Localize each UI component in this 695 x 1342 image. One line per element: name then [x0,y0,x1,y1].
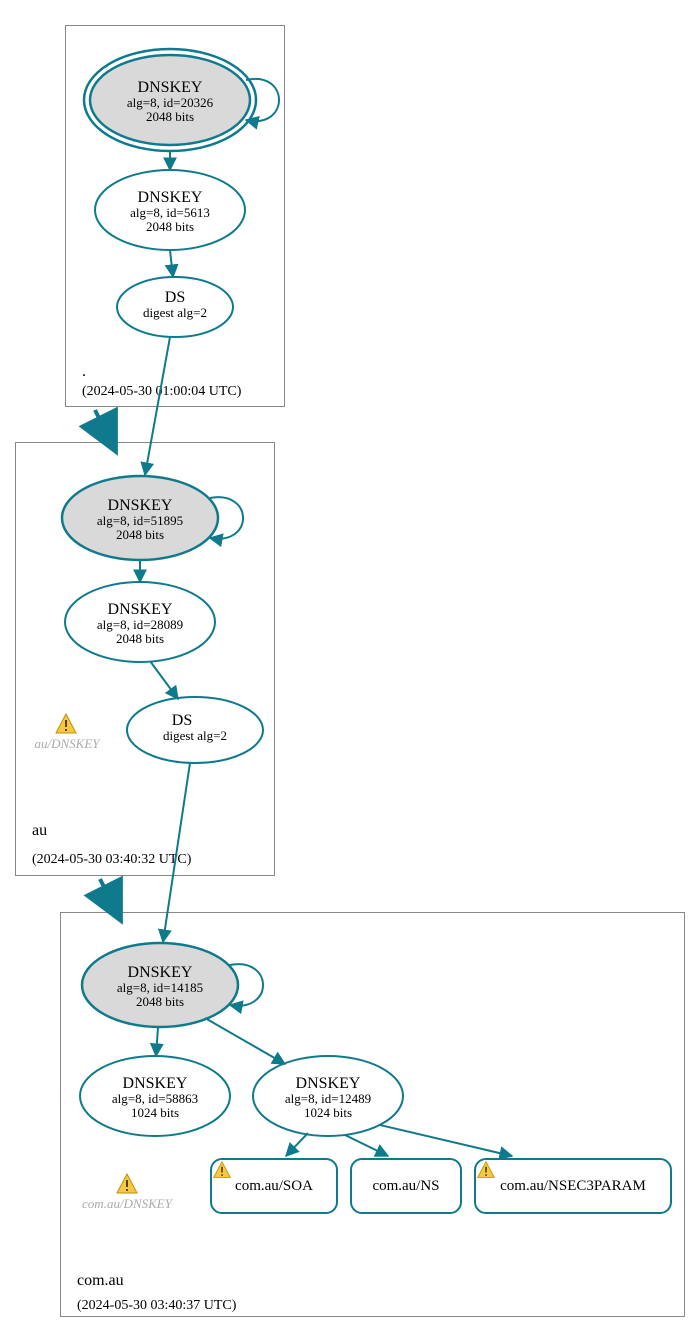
svg-text:DNSKEY: DNSKEY [138,79,203,96]
zone-comau-label: com.au [77,1272,124,1290]
svg-text:alg=8, id=58863: alg=8, id=58863 [112,1091,198,1106]
zone-root-label: . [82,363,86,381]
svg-text:DS: DS [172,712,192,729]
svg-text:alg=8, id=20326: alg=8, id=20326 [127,95,214,110]
svg-text:2048 bits: 2048 bits [136,994,184,1009]
svg-text:digest alg=2: digest alg=2 [163,728,227,743]
svg-text:digest alg=2: digest alg=2 [143,305,207,320]
svg-text:DS: DS [165,289,185,306]
zone-au-label: au [32,822,47,840]
svg-text:2048 bits: 2048 bits [116,631,164,646]
svg-text:alg=8, id=14185: alg=8, id=14185 [117,980,203,995]
svg-text:DNSKEY: DNSKEY [138,189,203,206]
rrset-ns-label: com.au/NS [372,1178,439,1195]
svg-text:2048 bits: 2048 bits [146,219,194,234]
svg-text:DNSKEY: DNSKEY [123,1075,188,1092]
zone-comau-ts: (2024-05-30 03:40:37 UTC) [77,1298,236,1314]
warning-icon [212,1160,232,1180]
rrset-soa[interactable]: com.au/SOA [210,1158,338,1214]
svg-text:DNSKEY: DNSKEY [296,1075,361,1092]
comau-dnskey-warning-label: com.au/DNSKEY [72,1196,182,1212]
rrset-soa-label: com.au/SOA [235,1178,313,1195]
svg-text:DNSKEY: DNSKEY [108,601,173,618]
svg-text:2048 bits: 2048 bits [116,527,164,542]
warning-icon [476,1160,496,1180]
rrset-nsec3[interactable]: com.au/NSEC3PARAM [474,1158,672,1214]
au-dnskey-warning-label: au/DNSKEY [12,736,122,752]
svg-text:DNSKEY: DNSKEY [108,497,173,514]
svg-text:1024 bits: 1024 bits [131,1105,179,1120]
rrset-nsec3-label: com.au/NSEC3PARAM [500,1178,646,1195]
svg-text:2048 bits: 2048 bits [146,109,194,124]
svg-text:alg=8, id=12489: alg=8, id=12489 [285,1091,371,1106]
svg-text:DNSKEY: DNSKEY [128,964,193,981]
svg-text:alg=8, id=28089: alg=8, id=28089 [97,617,183,632]
svg-text:alg=8, id=51895: alg=8, id=51895 [97,513,183,528]
zone-root-ts: (2024-05-30 01:00:04 UTC) [82,384,241,400]
svg-text:alg=8, id=5613: alg=8, id=5613 [130,205,210,220]
zone-au-ts: (2024-05-30 03:40:32 UTC) [32,852,191,868]
svg-text:1024 bits: 1024 bits [304,1105,352,1120]
rrset-ns[interactable]: com.au/NS [350,1158,462,1214]
